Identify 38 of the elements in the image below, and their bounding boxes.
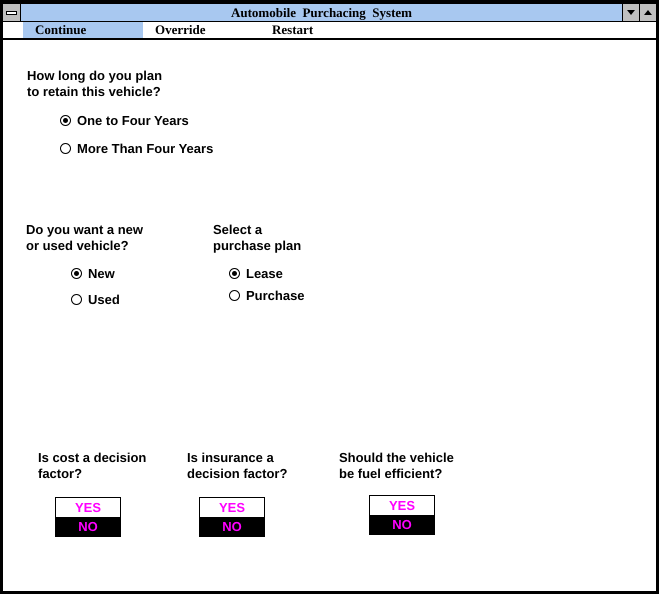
option-label: Lease <box>246 266 283 280</box>
menu-item[interactable]: Continue <box>23 22 143 38</box>
radio-button[interactable] <box>229 290 240 300</box>
window-title: Automobile Purchacing System <box>230 4 414 21</box>
maximize-button[interactable] <box>639 4 656 21</box>
system-menu-button[interactable] <box>3 4 21 21</box>
question-text: Do you want a new or used vehicle? <box>25 222 144 254</box>
radio-option[interactable]: More Than Four Years <box>60 134 656 162</box>
question-text: Is insurance a decision factor? <box>187 450 288 482</box>
radio-option[interactable]: Lease <box>229 262 413 284</box>
toggle-option[interactable]: NO <box>370 515 434 534</box>
radio-option[interactable]: One to Four Years <box>60 106 656 134</box>
toggle-option[interactable]: NO <box>200 517 264 536</box>
option-label: One to Four Years <box>77 112 189 128</box>
radio-button[interactable] <box>71 294 82 304</box>
question-text: Is cost a decision factor? <box>38 450 148 482</box>
radio-button[interactable] <box>71 268 82 278</box>
toggle-option[interactable]: NO <box>56 517 120 536</box>
menu-icon <box>6 10 17 14</box>
up-arrow-icon <box>644 10 652 15</box>
question-text: How long do you plan to retain this vehicle? <box>26 68 164 100</box>
question-text: Should the vehicle be fuel efficient? <box>339 450 455 482</box>
option-label: New <box>88 266 115 280</box>
radio-option[interactable]: Purchase <box>229 284 413 306</box>
radio-button[interactable] <box>60 114 71 126</box>
radio-option[interactable]: New <box>71 260 213 286</box>
radio-button[interactable] <box>60 142 71 154</box>
yes-no-toggle[interactable]: YES NO <box>369 495 435 535</box>
question-text: Select a purchase plan <box>213 222 302 254</box>
option-label: More Than Four Years <box>77 140 214 156</box>
radio-option[interactable]: Used <box>71 286 213 312</box>
yes-no-toggle[interactable]: YES NO <box>199 497 265 537</box>
down-arrow-icon <box>627 10 635 15</box>
yes-no-toggle[interactable]: YES NO <box>55 497 121 537</box>
minimize-button[interactable] <box>622 4 639 21</box>
option-label: Purchase <box>246 288 305 302</box>
radio-button[interactable] <box>229 268 240 278</box>
option-label: Used <box>88 292 120 306</box>
